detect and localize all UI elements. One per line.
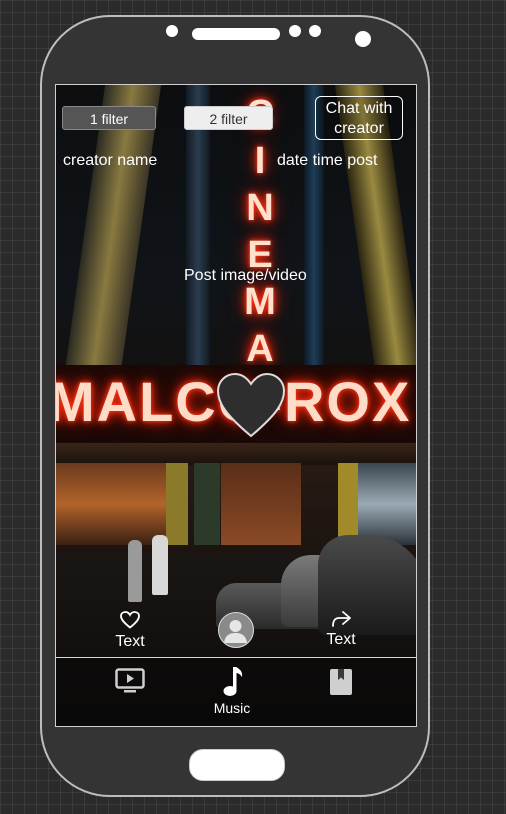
filter-1-button[interactable]: 1 filter bbox=[62, 106, 156, 130]
tv-icon bbox=[115, 668, 145, 693]
sign-letter: I bbox=[254, 140, 266, 182]
scene-window-left bbox=[56, 463, 166, 545]
creator-avatar[interactable] bbox=[218, 612, 254, 648]
large-heart-icon[interactable] bbox=[216, 373, 286, 439]
app-screen: C I N E M A MALCO-ROX 1 filter 2 filter … bbox=[55, 84, 417, 727]
book-icon bbox=[330, 669, 352, 695]
chat-button-line-1: Chat with bbox=[325, 100, 393, 117]
heart-outline-icon bbox=[120, 611, 140, 629]
scene-person bbox=[128, 540, 142, 602]
scene-pillar-mid bbox=[186, 85, 210, 385]
chat-button-line-2: creator bbox=[334, 120, 384, 137]
bottom-tab-bar: Music bbox=[56, 657, 416, 726]
creator-name[interactable]: creator name bbox=[63, 152, 157, 170]
music-note-icon bbox=[223, 667, 243, 696]
sign-letter: M bbox=[244, 281, 276, 323]
scene-column-green bbox=[194, 463, 220, 545]
scene-column-yellow bbox=[166, 463, 188, 545]
share-label: Text bbox=[326, 631, 356, 648]
like-label: Text bbox=[115, 633, 145, 650]
earpiece-speaker bbox=[192, 28, 280, 40]
front-sensor-mid bbox=[289, 25, 301, 37]
front-camera bbox=[355, 31, 371, 47]
post-media-label: Post image/video bbox=[184, 267, 307, 284]
user-icon bbox=[224, 620, 247, 643]
like-action[interactable]: Text bbox=[106, 611, 154, 651]
tab-video[interactable] bbox=[112, 668, 148, 694]
sign-letter: N bbox=[246, 187, 274, 229]
scene-wall-orange bbox=[221, 463, 301, 545]
scene-person bbox=[152, 535, 168, 595]
share-action[interactable]: Text bbox=[317, 610, 365, 649]
filter-2-button[interactable]: 2 filter bbox=[184, 106, 273, 130]
chat-with-creator-button[interactable]: Chat with creator bbox=[315, 96, 403, 140]
post-date-time: date time post bbox=[277, 152, 378, 169]
cinema-vertical-sign: C I N E M A bbox=[238, 91, 282, 373]
tab-music[interactable]: Music bbox=[206, 666, 258, 716]
share-arrow-icon bbox=[332, 611, 351, 627]
tab-book[interactable] bbox=[326, 668, 356, 696]
scene-awning bbox=[56, 443, 416, 465]
front-sensor-left bbox=[166, 25, 178, 37]
tab-music-label: Music bbox=[213, 700, 251, 716]
home-button[interactable] bbox=[189, 749, 285, 781]
scene-column-gold bbox=[338, 463, 358, 545]
front-sensor-right bbox=[309, 25, 321, 37]
scene-window-right bbox=[356, 463, 416, 545]
